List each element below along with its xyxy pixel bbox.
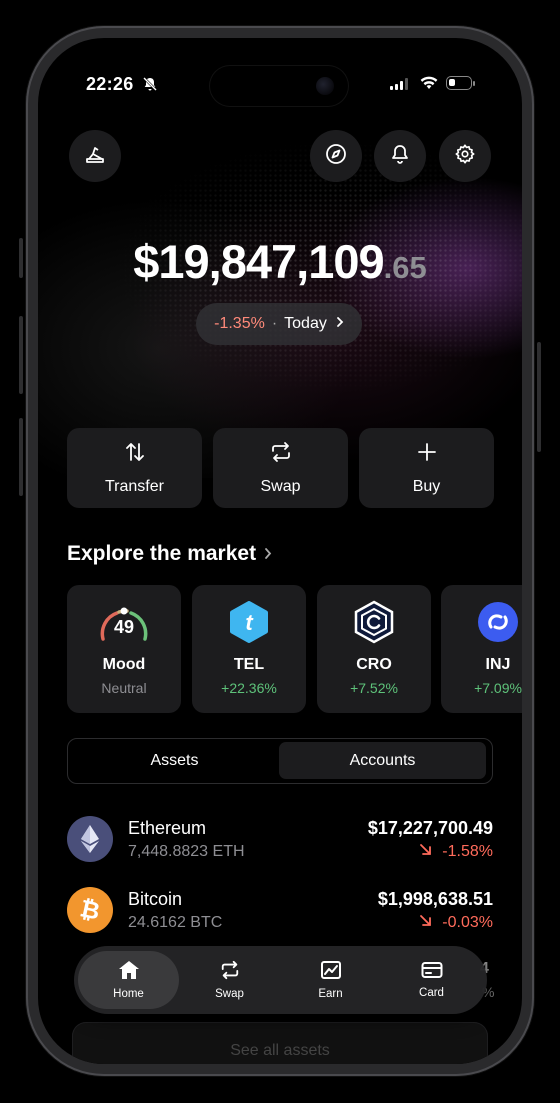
transfer-label: Transfer [105, 477, 164, 495]
status-time: 22:26 [86, 74, 134, 94]
volume-up-button [19, 316, 23, 394]
chevron-right-icon [336, 315, 344, 333]
dynamic-island [210, 66, 348, 106]
plus-icon [416, 441, 438, 468]
home-icon [118, 960, 140, 983]
side-button [537, 342, 541, 452]
market-card-tel[interactable]: t TEL +22.36% [192, 585, 306, 713]
market-card-inj[interactable]: INJ +7.09% [441, 585, 522, 713]
gear-icon [454, 143, 476, 170]
card-change: +7.09% [474, 680, 522, 696]
card-name: INJ [485, 656, 511, 673]
tab-label: Card [419, 987, 444, 999]
tab-label: Swap [215, 988, 244, 1000]
asset-row-ethereum[interactable]: Ethereum 7,448.8823 ETH $17,227,700.49 -… [67, 816, 493, 864]
asset-value: $17,227,700.49 [367, 818, 493, 838]
explore-title: Explore the market [67, 542, 257, 565]
card-change: +22.36% [221, 680, 277, 696]
card-change: +7.52% [350, 680, 398, 696]
tab-label: Earn [318, 988, 343, 1000]
camera [316, 77, 334, 95]
swap-icon [269, 441, 293, 468]
asset-value: $1,998,638.51 [377, 889, 493, 909]
swap-button[interactable]: Swap [213, 428, 348, 508]
market-card-cro[interactable]: CRO +7.52% [317, 585, 431, 713]
balance-whole: $19,847,109 [133, 235, 384, 288]
arrow-down-right-icon [419, 843, 432, 861]
asset-name: Ethereum [128, 818, 207, 838]
card-sub: Neutral [101, 680, 147, 696]
explore-button[interactable] [310, 130, 362, 182]
card-name: CRO [356, 656, 392, 673]
cellular-signal-icon [390, 78, 408, 90]
svg-text:₿: ₿ [78, 896, 102, 924]
transfer-arrows-icon [123, 441, 147, 468]
injective-icon [477, 601, 519, 643]
asset-change: -0.03% [419, 914, 493, 932]
explore-market-link[interactable]: Explore the market [67, 542, 272, 566]
card-name: TEL [233, 656, 265, 673]
tab-earn[interactable]: Earn [280, 951, 381, 1009]
tab-swap[interactable]: Swap [179, 951, 280, 1009]
tab-card[interactable]: Card [381, 951, 482, 1009]
action-button [19, 238, 23, 278]
daily-change-pill[interactable]: -1.35% · Today [196, 303, 362, 345]
market-card-mood[interactable]: 49 Mood Neutral [67, 585, 181, 713]
total-balance: $19,847,109.65 [38, 234, 522, 289]
swap-icon [219, 960, 241, 983]
ethereum-icon [67, 816, 113, 862]
volume-down-button [19, 418, 23, 496]
change-separator: · [271, 315, 278, 332]
settings-button[interactable] [439, 130, 491, 182]
tab-home[interactable]: Home [78, 951, 179, 1009]
market-cards-carousel[interactable]: 49 Mood Neutral t TEL +22.36% CRO +7.52%… [67, 585, 522, 715]
battery-icon [446, 76, 475, 90]
wifi-icon [420, 76, 438, 95]
notifications-button[interactable] [374, 130, 426, 182]
wallet-brush-icon [84, 143, 106, 170]
see-all-assets-button[interactable]: See all assets [72, 1022, 488, 1064]
screen: 22:26 $19,847,109.65 -1.35% · Today Tran… [38, 38, 522, 1064]
mood-gauge: 49 [97, 601, 151, 643]
asset-change-value: -1.58% [442, 843, 493, 860]
card-name: Mood [102, 656, 146, 673]
cronos-icon [353, 600, 395, 644]
assets-accounts-segment: Assets Accounts [67, 738, 493, 784]
mood-value: 49 [113, 617, 135, 637]
asset-amount: 24.6162 BTC [128, 914, 223, 931]
compass-icon [325, 143, 347, 170]
swap-label: Swap [260, 477, 301, 495]
buy-button[interactable]: Buy [359, 428, 494, 508]
bottom-tab-bar: Home Swap Earn Card [74, 946, 487, 1014]
asset-change-value: -0.03% [442, 914, 493, 931]
change-percent: -1.35% [214, 315, 265, 332]
chart-icon [320, 960, 342, 983]
segment-assets[interactable]: Assets [71, 742, 278, 779]
wallet-button[interactable] [69, 130, 121, 182]
asset-row-bitcoin[interactable]: ₿ Bitcoin 24.6162 BTC $1,998,638.51 -0.0… [67, 887, 493, 935]
bell-slash-icon [142, 76, 158, 97]
chevron-right-icon [264, 544, 272, 565]
bell-icon [389, 143, 411, 170]
segment-accounts[interactable]: Accounts [279, 742, 486, 779]
transfer-button[interactable]: Transfer [67, 428, 202, 508]
asset-change: -1.58% [419, 843, 493, 861]
arrow-down-right-icon [419, 914, 432, 932]
asset-name: Bitcoin [128, 889, 183, 909]
balance-cents: .65 [383, 250, 427, 285]
card-icon [421, 961, 443, 982]
bitcoin-icon: ₿ [67, 887, 113, 933]
asset-amount: 7,448.8823 ETH [128, 843, 245, 860]
tab-label: Home [113, 988, 144, 1000]
telcoin-icon: t [228, 601, 270, 643]
change-period: Today [284, 315, 327, 332]
buy-label: Buy [412, 477, 441, 495]
